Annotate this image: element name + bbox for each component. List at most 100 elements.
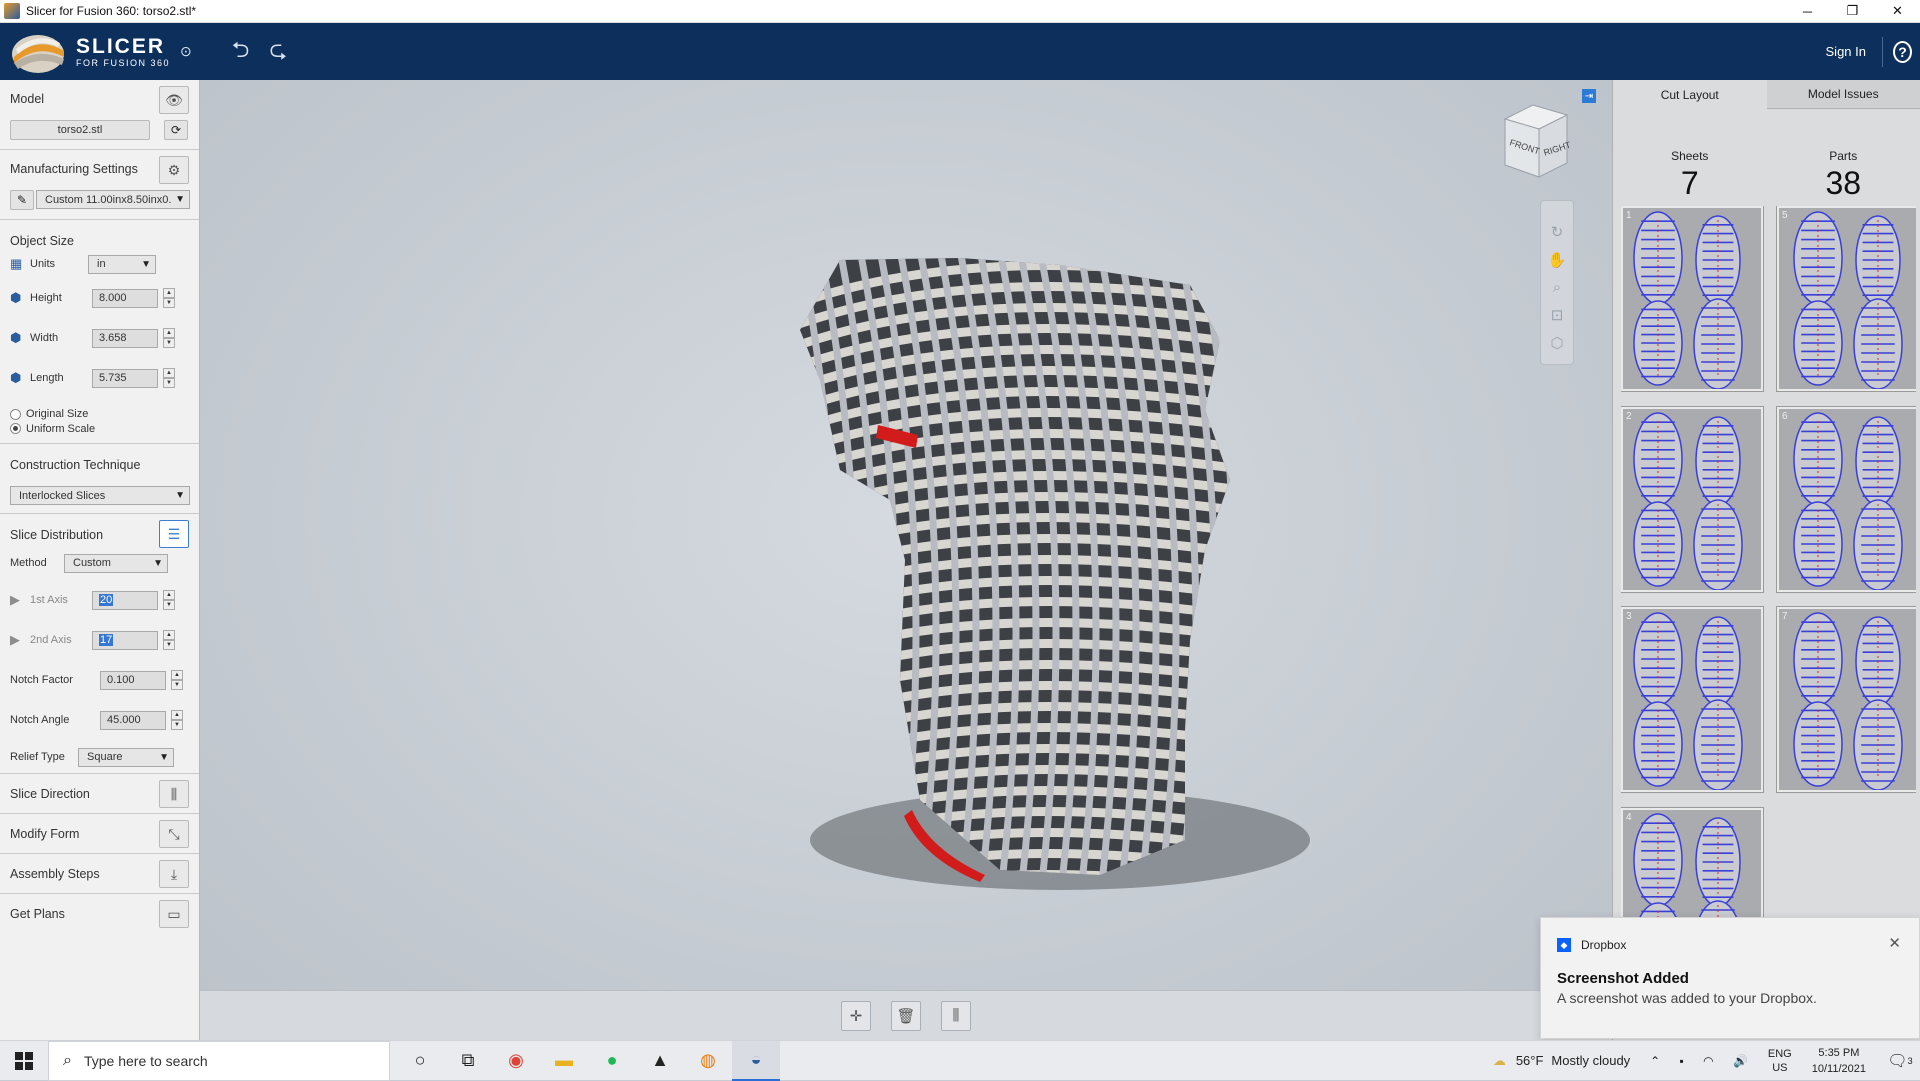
viewport-toolbar: ✛ 🗑 ⫼ [200, 990, 1612, 1040]
spotify-icon[interactable]: ● [588, 1041, 636, 1081]
window-title: Slicer for Fusion 360: torso2.stl* [26, 4, 1785, 18]
chrome-icon[interactable]: ◉ [492, 1041, 540, 1081]
file-explorer-icon[interactable]: ▬ [540, 1041, 588, 1081]
weather-text: Mostly cloudy [1551, 1053, 1630, 1068]
weather-widget[interactable]: ☁ 56°F Mostly cloudy [1493, 1053, 1630, 1069]
method-label: Method [10, 557, 64, 569]
logo-subtext: FOR FUSION 360 [76, 59, 170, 68]
language-indicator[interactable]: ENGUS [1768, 1047, 1792, 1075]
preset-value: Custom 11.00inx8.50inx0. [45, 194, 171, 206]
sheet-thumbnail[interactable]: 3 [1621, 607, 1763, 792]
toast-app-name: Dropbox [1581, 938, 1626, 952]
torso-model[interactable] [200, 80, 1612, 990]
tab-cut-layout[interactable]: Cut Layout [1613, 80, 1767, 109]
inkscape-icon[interactable]: ▲ [636, 1041, 684, 1081]
taskbar-search[interactable]: ⌕Type here to search [48, 1041, 390, 1081]
sheet-thumbnail[interactable]: 7 [1777, 607, 1916, 792]
add-slice-icon[interactable]: ✛ [841, 1001, 871, 1031]
uniform-scale-radio[interactable]: Uniform Scale [10, 423, 95, 435]
blender-icon[interactable]: ◍ [684, 1041, 732, 1081]
length-input[interactable]: 5.735 [92, 369, 158, 388]
sheet-parts-preview [1779, 609, 1916, 790]
close-window-button[interactable]: ✕ [1875, 0, 1920, 23]
zoom-icon[interactable]: ⌕ [1553, 279, 1561, 296]
notch-factor-input[interactable]: 0.100 [100, 671, 166, 690]
length-icon: ⬢ [10, 370, 30, 386]
method-select[interactable]: Custom▼ [64, 554, 168, 573]
pan-hand-icon[interactable]: ✋ [1548, 251, 1567, 269]
slicer-taskbar-icon[interactable]: ◒ [732, 1041, 780, 1081]
modify-form-button[interactable]: ⤡ [159, 820, 189, 848]
slices-icon[interactable]: ⫼ [941, 1001, 971, 1031]
slice-direction-button[interactable]: ⫼ [159, 780, 189, 808]
relief-type-select[interactable]: Square▼ [78, 748, 174, 767]
help-button[interactable]: ? [1882, 37, 1912, 67]
panel-toggle-icon[interactable]: ⇥ [1582, 89, 1596, 103]
slice-direction-section[interactable]: Slice Direction ⫼ [0, 774, 199, 814]
trash-icon[interactable]: 🗑 [891, 1001, 921, 1031]
construction-technique-select[interactable]: Interlocked Slices▼ [10, 486, 190, 505]
notch-angle-input[interactable]: 45.000 [100, 711, 166, 730]
get-plans-section[interactable]: Get Plans ▭ [0, 894, 199, 934]
assembly-steps-button[interactable]: ⤓ [159, 860, 189, 888]
modify-form-section[interactable]: Modify Form ⤡ [0, 814, 199, 854]
notch-factor-value: 0.100 [107, 674, 135, 686]
slice-distribution-button[interactable]: ☰ [159, 520, 189, 548]
axis2-input[interactable]: 17 [92, 631, 158, 650]
uniform-scale-label: Uniform Scale [26, 423, 95, 435]
close-icon[interactable]: ✕ [1888, 934, 1901, 952]
sign-in-link[interactable]: Sign In [1826, 44, 1866, 59]
sheet-thumbnail[interactable]: 5 [1777, 206, 1916, 391]
height-stepper[interactable]: ▲▼ [163, 288, 175, 308]
ruler-icon: ▦ [10, 256, 30, 272]
redo-icon[interactable]: ⮎ [269, 33, 287, 71]
height-input[interactable]: 8.000 [92, 289, 158, 308]
length-stepper[interactable]: ▲▼ [163, 368, 175, 388]
view-cube[interactable]: FRONT RIGHT [1495, 97, 1575, 187]
sheet-thumbnail[interactable]: 6 [1777, 407, 1916, 592]
sheet-thumbnail[interactable]: 1 [1621, 206, 1763, 391]
original-size-radio[interactable]: Original Size [10, 408, 88, 420]
edit-preset-button[interactable]: ✎ [10, 190, 34, 210]
task-view-icon[interactable]: ⧉ [444, 1041, 492, 1081]
width-stepper[interactable]: ▲▼ [163, 328, 175, 348]
undo-icon[interactable]: ⮌ [232, 33, 250, 71]
minimize-button[interactable]: ─ [1785, 0, 1830, 23]
width-input[interactable]: 3.658 [92, 329, 158, 348]
start-button[interactable] [0, 1041, 48, 1081]
height-label: Height [30, 292, 92, 304]
fit-view-icon[interactable]: ⊡ [1551, 306, 1564, 324]
axis1-stepper[interactable]: ▲▼ [163, 590, 175, 610]
reload-model-button[interactable]: ⟳ [164, 120, 188, 140]
get-plans-button[interactable]: ▭ [159, 900, 189, 928]
sheet-number: 3 [1626, 611, 1632, 622]
dropbox-notification[interactable]: ◆Dropbox ✕ Screenshot Added A screenshot… [1540, 917, 1920, 1039]
manufacturing-settings-button[interactable]: ⚙ [159, 156, 189, 184]
model-file-button[interactable]: torso2.stl [10, 120, 150, 140]
slicer-logo: SLICER FOR FUSION 360 ⊙ [8, 27, 192, 77]
units-select[interactable]: in▼ [88, 255, 156, 274]
sheet-thumbnail[interactable]: 2 [1621, 407, 1763, 592]
tab-model-issues[interactable]: Model Issues [1767, 80, 1920, 109]
view-cube-icon[interactable]: ⬡ [1550, 334, 1563, 352]
notch-factor-stepper[interactable]: ▲▼ [171, 670, 183, 690]
axis1-input[interactable]: 20 [92, 591, 158, 610]
sheets-count: 7 [1613, 165, 1767, 202]
manufacturing-title: Manufacturing Settings [10, 162, 138, 176]
assembly-steps-section[interactable]: Assembly Steps ⤓ [0, 854, 199, 894]
clock[interactable]: 5:35 PM10/11/2021 [1812, 1045, 1866, 1077]
manufacturing-preset-select[interactable]: Custom 11.00inx8.50inx0.▼ [36, 190, 190, 209]
notification-center[interactable]: 🗨3 [1880, 1051, 1920, 1071]
axis2-stepper[interactable]: ▲▼ [163, 630, 175, 650]
sheet-parts-preview [1623, 208, 1761, 389]
model-visibility-button[interactable]: 👁 [159, 86, 189, 114]
3d-viewport[interactable]: ⇥ FRONT RIGHT ↻ ✋ ⌕ ⊡ ⬡ [200, 80, 1612, 1040]
region-code: US [1768, 1061, 1792, 1075]
cortana-icon[interactable]: ○ [396, 1041, 444, 1081]
notch-angle-stepper[interactable]: ▲▼ [171, 710, 183, 730]
maximize-button[interactable]: ❐ [1830, 0, 1875, 23]
orbit-icon[interactable]: ↻ [1551, 223, 1564, 241]
parts-count: 38 [1767, 165, 1920, 202]
tray-icons[interactable]: ⌃ ▪ ◠ 🔊 [1650, 1054, 1756, 1068]
app-menu-icon[interactable]: ⊙ [180, 43, 192, 60]
